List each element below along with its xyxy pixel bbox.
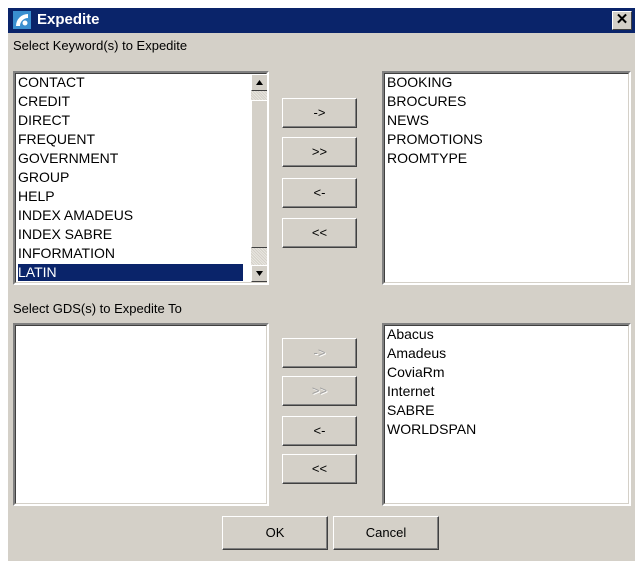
available-gds-list[interactable]: [13, 323, 269, 506]
app-icon: [13, 11, 31, 29]
add-gds-button[interactable]: ->: [282, 338, 357, 368]
list-item[interactable]: CREDIT: [18, 93, 70, 110]
cancel-button[interactable]: Cancel: [333, 516, 439, 550]
list-item[interactable]: FREQUENT: [18, 131, 95, 148]
title-bar[interactable]: Expedite ✕: [8, 8, 635, 33]
selected-gds-list[interactable]: Abacus Amadeus CoviaRm Internet SABRE WORLDSP…: [382, 323, 631, 506]
close-button[interactable]: ✕: [612, 11, 632, 30]
list-item[interactable]: INFORMATION: [18, 245, 115, 262]
list-item[interactable]: Amadeus: [387, 345, 446, 362]
gds-label: Select GDS(s) to Expedite To: [13, 301, 182, 316]
keywords-scrollbar[interactable]: [251, 74, 267, 282]
list-item[interactable]: CONTACT: [18, 74, 85, 91]
list-item[interactable]: GROUP: [18, 169, 69, 186]
ok-button[interactable]: OK: [222, 516, 328, 550]
list-item[interactable]: PROMOTIONS: [387, 131, 483, 148]
keywords-label: Select Keyword(s) to Expedite: [13, 38, 188, 53]
scroll-up-button[interactable]: [251, 74, 267, 91]
scroll-down-button[interactable]: [251, 265, 267, 282]
expedite-dialog: Expedite ✕ Select Keyword(s) to Expedite…: [8, 8, 635, 561]
add-all-gds-button[interactable]: >>: [282, 376, 357, 406]
list-item[interactable]: ROOMTYPE: [387, 150, 467, 167]
arrow-down-icon: [256, 271, 263, 276]
list-item[interactable]: CoviaRm: [387, 364, 445, 381]
remove-gds-button[interactable]: <-: [282, 416, 357, 446]
arrow-up-icon: [256, 80, 263, 85]
selected-keywords-list[interactable]: BOOKING BROCURES NEWS PROMOTIONS ROOMTYPE: [382, 71, 631, 285]
available-keywords-list[interactable]: CONTACT CREDIT DIRECT FREQUENT GOVERNMENT GRO…: [13, 71, 269, 285]
list-item[interactable]: Abacus: [387, 326, 434, 343]
list-item[interactable]: BROCURES: [387, 93, 466, 110]
add-all-keywords-button[interactable]: >>: [282, 137, 357, 167]
list-item[interactable]: GOVERNMENT: [18, 150, 118, 167]
list-item[interactable]: DIRECT: [18, 112, 70, 129]
remove-keyword-button[interactable]: <-: [282, 178, 357, 208]
list-item[interactable]: BOOKING: [387, 74, 452, 91]
list-item[interactable]: WORLDSPAN: [387, 421, 476, 438]
list-item[interactable]: LATIN: [18, 264, 243, 281]
remove-all-keywords-button[interactable]: <<: [282, 218, 357, 248]
list-item[interactable]: SABRE: [387, 402, 434, 419]
list-item[interactable]: Internet: [387, 383, 434, 400]
add-keyword-button[interactable]: ->: [282, 98, 357, 128]
list-item[interactable]: INDEX SABRE: [18, 226, 112, 243]
list-item[interactable]: NEWS: [387, 112, 429, 129]
window-title: Expedite: [37, 11, 100, 28]
list-item[interactable]: HELP: [18, 188, 55, 205]
remove-all-gds-button[interactable]: <<: [282, 454, 357, 484]
close-icon: ✕: [615, 11, 629, 28]
scroll-thumb[interactable]: [251, 100, 267, 248]
list-item[interactable]: INDEX AMADEUS: [18, 207, 133, 224]
